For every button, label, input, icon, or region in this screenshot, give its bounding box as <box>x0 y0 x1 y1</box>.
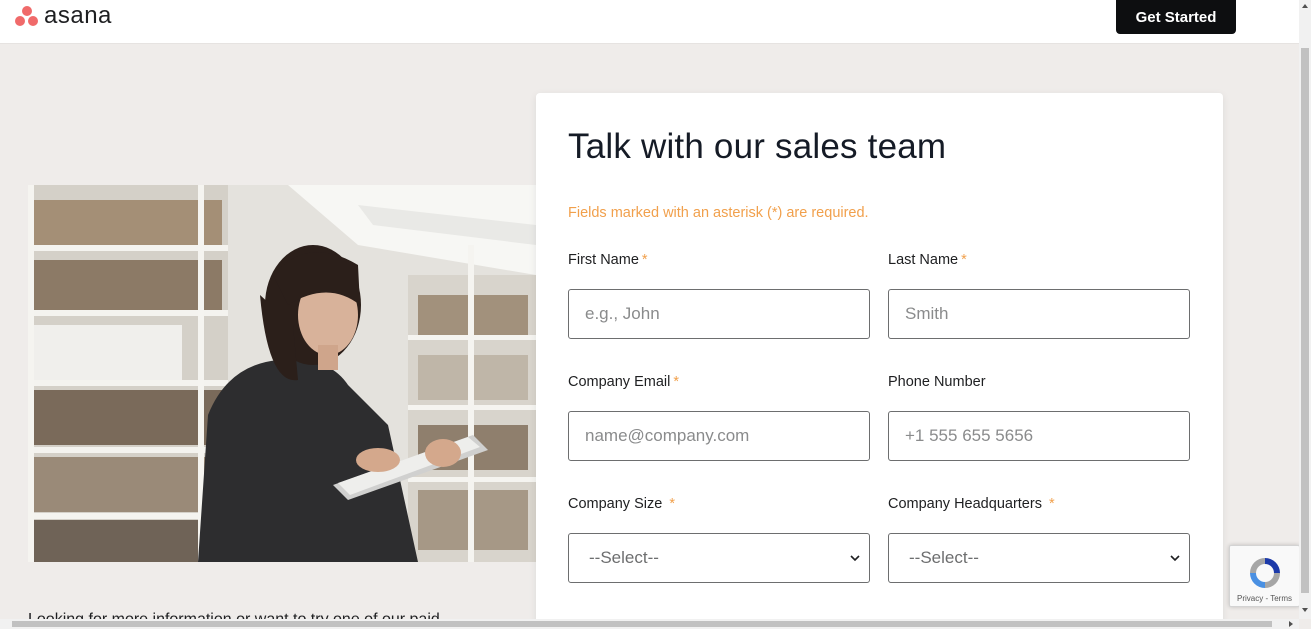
company-size-label: Company Size * <box>568 496 675 512</box>
recaptcha-badge[interactable]: Privacy - Terms <box>1229 545 1300 607</box>
last-name-label: Last Name * <box>888 252 967 268</box>
horizontal-scrollbar[interactable] <box>0 619 1299 629</box>
vertical-scrollbar[interactable] <box>1299 0 1311 619</box>
company-email-input[interactable] <box>568 411 870 461</box>
last-name-input[interactable] <box>888 289 1190 339</box>
phone-number-input[interactable] <box>888 411 1190 461</box>
company-hq-label: Company Headquarters * <box>888 496 1055 512</box>
form-title: Talk with our sales team <box>568 127 947 166</box>
get-started-button[interactable]: Get Started <box>1116 0 1236 34</box>
required-star: * <box>641 252 648 268</box>
recaptcha-links[interactable]: Privacy - Terms <box>1230 594 1299 603</box>
recaptcha-icon <box>1250 558 1280 588</box>
first-name-input[interactable] <box>568 289 870 339</box>
top-nav-bar: asana Get Started <box>0 0 1299 44</box>
chevron-down-icon <box>850 555 860 562</box>
required-star: * <box>673 374 679 390</box>
asana-logo[interactable]: asana <box>14 4 112 28</box>
company-hq-select[interactable]: --Select-- <box>888 533 1190 583</box>
company-hq-selected: --Select-- <box>909 548 979 567</box>
scroll-right-icon[interactable] <box>1289 621 1293 627</box>
required-star: * <box>1048 496 1055 512</box>
hero-photo <box>28 185 536 562</box>
asana-logo-icon <box>14 4 40 28</box>
required-fields-note: Fields marked with an asterisk (*) are r… <box>568 205 869 221</box>
sales-form-card: Talk with our sales team Fields marked w… <box>536 93 1223 629</box>
company-size-selected: --Select-- <box>589 548 659 567</box>
first-name-label: First Name * <box>568 252 648 268</box>
scroll-down-icon[interactable] <box>1302 608 1308 612</box>
phone-number-label: Phone Number <box>888 374 986 390</box>
required-star: * <box>669 496 675 512</box>
scroll-up-icon[interactable] <box>1302 4 1308 8</box>
vertical-scroll-thumb[interactable] <box>1301 48 1309 593</box>
company-size-select[interactable]: --Select-- <box>568 533 870 583</box>
brand-name: asana <box>44 2 112 29</box>
horizontal-scroll-thumb[interactable] <box>12 621 1272 627</box>
chevron-down-icon <box>1170 555 1180 562</box>
company-email-label: Company Email * <box>568 374 679 390</box>
required-star: * <box>961 252 967 268</box>
